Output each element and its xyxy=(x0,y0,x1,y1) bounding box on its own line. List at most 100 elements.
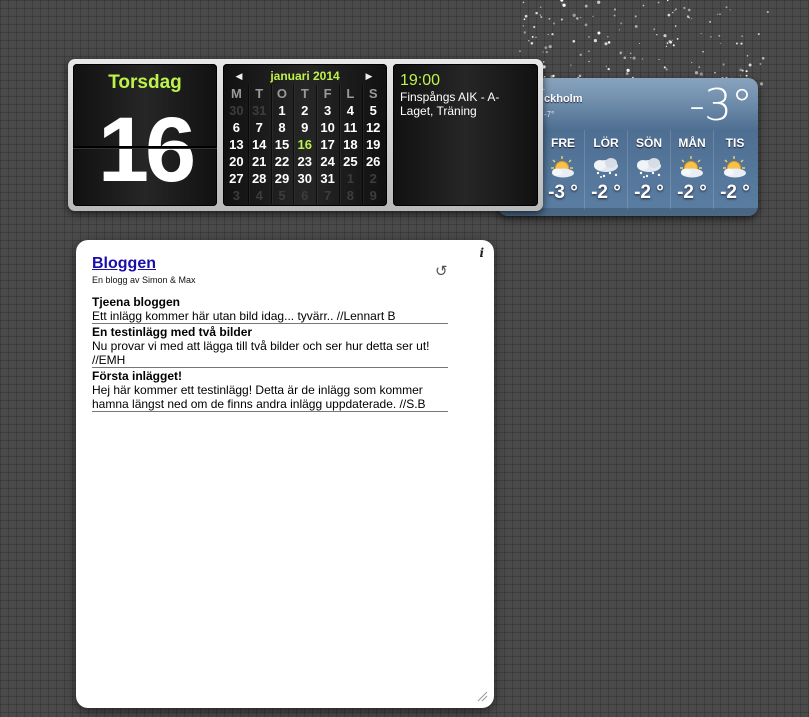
day-cell[interactable]: 4 xyxy=(339,102,362,119)
day-cell[interactable]: 20 xyxy=(225,153,248,170)
day-cell[interactable]: 1 xyxy=(271,102,294,119)
day-cell[interactable]: 9 xyxy=(362,187,385,204)
day-cell[interactable]: 5 xyxy=(271,187,294,204)
snowflake xyxy=(638,42,641,45)
snowflake xyxy=(592,15,594,18)
weekday-header: S xyxy=(368,86,378,101)
month-grid: M T O T F L S 30 31 1 2 3 4 5 6 7 8 9 10 11 12 13 14 15 16 17 18 19… xyxy=(225,85,385,204)
forecast-temperature: -2 ° xyxy=(720,182,750,203)
events-panel[interactable]: 19:00 Finspångs AIK - A-Laget, Träning xyxy=(393,64,538,206)
snowflake xyxy=(620,22,623,25)
day-panel[interactable]: Torsdag 16 xyxy=(73,64,217,206)
snowflake xyxy=(653,28,656,31)
day-cell[interactable]: 14 xyxy=(248,136,271,153)
day-cell[interactable]: 31 xyxy=(248,102,271,119)
snowflake xyxy=(735,42,738,45)
day-cell[interactable]: 7 xyxy=(248,119,271,136)
day-cell[interactable]: 8 xyxy=(339,187,362,204)
day-cell[interactable]: 22 xyxy=(271,153,294,170)
day-cell[interactable]: 17 xyxy=(316,136,339,153)
calendar-widget[interactable]: Torsdag 16 ◀ januari 2014 ▶ M T O T F L S 30 31 1… xyxy=(68,59,543,211)
snowflake xyxy=(626,68,630,73)
day-cell[interactable]: 6 xyxy=(293,187,316,204)
post-title[interactable]: Första inlägget! xyxy=(92,369,448,383)
snowflake xyxy=(540,16,543,19)
day-cell[interactable]: 11 xyxy=(339,119,362,136)
snowflake xyxy=(740,42,743,45)
info-icon[interactable]: i xyxy=(479,246,484,260)
day-cell[interactable]: 2 xyxy=(362,170,385,187)
resize-handle-icon[interactable] xyxy=(476,690,488,702)
snowflake xyxy=(588,36,590,38)
day-cell[interactable]: 3 xyxy=(316,102,339,119)
day-cell[interactable]: 13 xyxy=(225,136,248,153)
day-cell[interactable]: 9 xyxy=(293,119,316,136)
day-cell[interactable]: 27 xyxy=(225,170,248,187)
snow-cloud-icon xyxy=(628,154,670,180)
day-cell-today[interactable]: 16 xyxy=(293,136,316,153)
snowflake xyxy=(539,14,542,16)
snowflake xyxy=(683,6,686,10)
forecast-temperature: -3 ° xyxy=(548,182,578,203)
day-cell[interactable]: 12 xyxy=(362,119,385,136)
day-cell[interactable]: 2 xyxy=(293,102,316,119)
snowflake xyxy=(542,51,544,53)
snowflake xyxy=(518,50,522,53)
snowflake xyxy=(630,52,632,54)
day-cell[interactable]: 26 xyxy=(362,153,385,170)
forecast-day-name: FRE xyxy=(551,136,575,150)
day-cell[interactable]: 29 xyxy=(271,170,294,187)
day-cell[interactable]: 4 xyxy=(248,187,271,204)
day-cell[interactable]: 30 xyxy=(293,170,316,187)
reload-icon[interactable]: ↺ xyxy=(435,262,448,280)
snowflake xyxy=(578,74,582,78)
weather-low: -7° xyxy=(544,110,555,119)
snowflake xyxy=(671,39,674,41)
day-cell[interactable]: 28 xyxy=(248,170,271,187)
snowflake xyxy=(548,17,551,20)
day-cell[interactable]: 31 xyxy=(316,170,339,187)
snowflake xyxy=(759,63,762,65)
day-cell[interactable]: 30 xyxy=(225,102,248,119)
event-title[interactable]: Finspångs AIK - A-Laget, Träning xyxy=(400,90,528,118)
snowflake xyxy=(605,65,607,67)
snowflake xyxy=(604,42,608,46)
snowflake xyxy=(667,13,671,17)
snowflake xyxy=(528,40,530,42)
current-temperature: -3° xyxy=(689,80,753,131)
day-cell[interactable]: 25 xyxy=(339,153,362,170)
forecast-day: SÖN -2 ° xyxy=(627,130,670,210)
snowflake xyxy=(548,44,552,49)
snowflake xyxy=(656,34,658,36)
day-cell[interactable]: 23 xyxy=(293,153,316,170)
snowflake xyxy=(522,25,525,27)
day-cell[interactable]: 24 xyxy=(316,153,339,170)
day-cell[interactable]: 1 xyxy=(339,170,362,187)
snowflake xyxy=(666,42,669,44)
forecast-day: LÖR -2 ° xyxy=(584,130,627,210)
snowflake xyxy=(698,66,701,68)
day-cell[interactable]: 8 xyxy=(271,119,294,136)
snowflake xyxy=(623,56,627,60)
day-cell[interactable]: 10 xyxy=(316,119,339,136)
snowflake xyxy=(665,45,668,47)
weekday-header: T xyxy=(255,86,264,101)
day-cell[interactable]: 18 xyxy=(339,136,362,153)
day-cell[interactable]: 5 xyxy=(362,102,385,119)
snowflake xyxy=(544,46,548,50)
column-separator xyxy=(293,85,295,204)
snowflake xyxy=(663,66,666,69)
day-cell[interactable]: 6 xyxy=(225,119,248,136)
snowflake xyxy=(634,24,638,28)
day-cell[interactable]: 7 xyxy=(316,187,339,204)
post-title[interactable]: En testinlägg med två bilder xyxy=(92,325,448,339)
day-cell[interactable]: 15 xyxy=(271,136,294,153)
day-cell[interactable]: 3 xyxy=(225,187,248,204)
day-cell[interactable]: 21 xyxy=(248,153,271,170)
next-month-button[interactable]: ▶ xyxy=(363,70,375,82)
snowflake xyxy=(718,34,721,37)
day-cell[interactable]: 19 xyxy=(362,136,385,153)
blog-title-link[interactable]: Bloggen xyxy=(92,255,156,273)
post-title[interactable]: Tjeena bloggen xyxy=(92,295,448,309)
snowflake xyxy=(613,14,616,17)
